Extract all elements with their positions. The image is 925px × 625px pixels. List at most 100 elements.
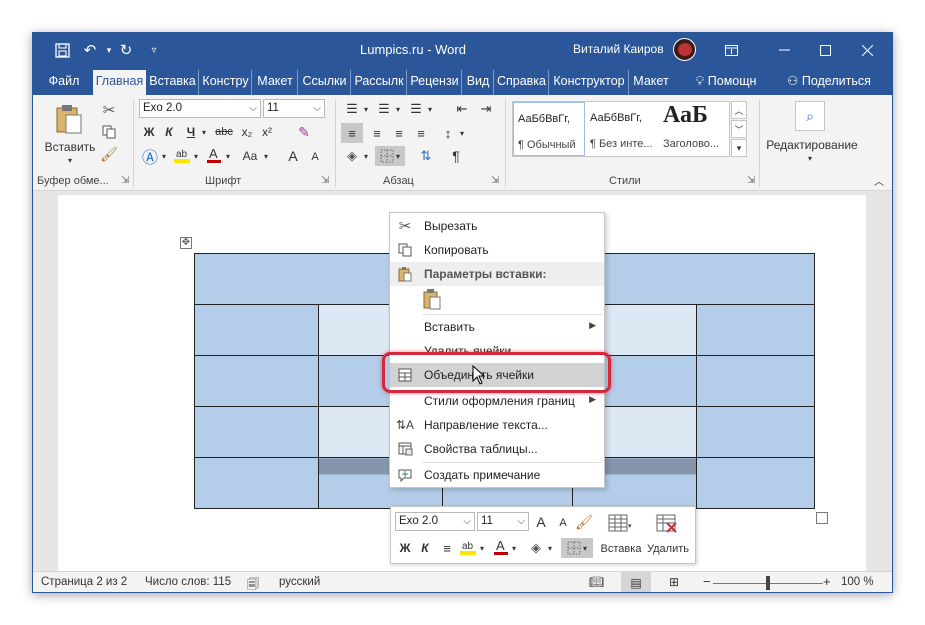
- tab-view[interactable]: Вид: [463, 70, 494, 95]
- subscript-button[interactable]: x₂: [239, 123, 255, 141]
- highlight-color-icon[interactable]: ab: [173, 145, 191, 165]
- print-layout-icon[interactable]: ▤: [621, 572, 651, 592]
- text-effects-icon[interactable]: Ⓐ: [141, 147, 159, 167]
- mini-borders-button[interactable]: ▾: [561, 538, 593, 558]
- menu-item-text-direction[interactable]: ⇅A Направление текста...: [390, 413, 604, 437]
- tab-home[interactable]: Главная: [93, 70, 146, 95]
- avatar[interactable]: [673, 38, 696, 61]
- bold-button[interactable]: Ж: [141, 123, 157, 141]
- style-heading[interactable]: АаБ Заголово...: [659, 102, 731, 156]
- proofing-icon[interactable]: 🗐︎: [247, 575, 259, 592]
- mini-shrink-font-icon[interactable]: A: [555, 515, 571, 531]
- italic-button[interactable]: К: [161, 123, 177, 141]
- word-count[interactable]: Число слов: 115: [145, 576, 231, 588]
- line-spacing-icon[interactable]: ↕: [439, 123, 457, 143]
- tab-mailings[interactable]: Рассылк: [352, 70, 407, 95]
- minimize-button[interactable]: [768, 37, 800, 63]
- tab-layout[interactable]: Макет: [253, 70, 298, 95]
- sort-icon[interactable]: ⇅: [417, 147, 435, 165]
- styles-launcher-icon[interactable]: ⇲: [747, 175, 755, 186]
- mini-font-size-combo[interactable]: 11 ⌵: [477, 512, 529, 531]
- table-cell[interactable]: [696, 457, 815, 509]
- menu-item-cut[interactable]: ✂ Вырезать: [390, 214, 604, 238]
- multilevel-list-icon[interactable]: ☰: [407, 101, 425, 117]
- mini-delete-label[interactable]: Удалить: [645, 541, 691, 557]
- tell-me-button[interactable]: 💡︎ Помощн: [685, 70, 767, 95]
- font-launcher-icon[interactable]: ⇲: [321, 175, 329, 186]
- page-count[interactable]: Страница 2 из 2: [41, 576, 127, 588]
- mini-italic-button[interactable]: К: [417, 539, 433, 557]
- mini-grow-font-icon[interactable]: A: [533, 513, 549, 531]
- copy-icon[interactable]: [99, 123, 119, 141]
- increase-indent-icon[interactable]: ⇥: [477, 101, 495, 117]
- underline-dropdown-icon[interactable]: ▾: [199, 123, 209, 141]
- justify-icon[interactable]: ≡: [411, 123, 431, 143]
- tab-design[interactable]: Констру: [200, 70, 252, 95]
- mini-insert-label[interactable]: Вставка: [599, 541, 643, 557]
- close-button[interactable]: [851, 37, 883, 63]
- change-case-dropdown-icon[interactable]: ▾: [261, 147, 271, 165]
- table-cell[interactable]: [194, 304, 319, 356]
- mini-bold-button[interactable]: Ж: [397, 539, 413, 557]
- paste-dropdown-icon[interactable]: ▾: [63, 155, 77, 165]
- menu-item-insert[interactable]: Вставить ▶: [390, 315, 604, 339]
- table-resize-handle[interactable]: [816, 512, 828, 524]
- collapse-ribbon-icon[interactable]: ︿: [871, 173, 887, 188]
- borders-button[interactable]: ▾: [375, 146, 405, 166]
- mini-font-color-icon[interactable]: A: [493, 537, 509, 557]
- search-icon[interactable]: ⌕: [795, 101, 825, 131]
- mini-font-color-dropdown-icon[interactable]: ▾: [509, 539, 519, 557]
- tab-insert[interactable]: Вставка: [147, 70, 199, 95]
- mini-insert-table-icon[interactable]: ▾: [605, 511, 635, 537]
- maximize-button[interactable]: [809, 37, 841, 63]
- font-name-combo[interactable]: Exo 2.0 ⌵: [139, 99, 261, 118]
- table-cell[interactable]: [194, 355, 319, 407]
- editing-dropdown-icon[interactable]: ▾: [803, 153, 817, 163]
- format-painter-icon[interactable]: 🖌︎: [99, 145, 119, 163]
- paragraph-launcher-icon[interactable]: ⇲: [491, 175, 499, 186]
- tab-table-design[interactable]: Конструктор: [550, 70, 629, 95]
- mini-shading-dropdown-icon[interactable]: ▾: [545, 539, 555, 557]
- table-cell[interactable]: [696, 304, 815, 356]
- web-layout-icon[interactable]: ⊞: [669, 575, 679, 589]
- mini-highlight-icon[interactable]: ab: [459, 537, 477, 557]
- table-cell[interactable]: [696, 406, 815, 458]
- paste-icon[interactable]: [51, 101, 87, 137]
- strikethrough-button[interactable]: abc: [213, 123, 235, 141]
- editing-button[interactable]: Редактирование: [765, 137, 859, 153]
- numbering-dropdown-icon[interactable]: ▾: [393, 101, 403, 117]
- change-case-button[interactable]: Aa: [239, 147, 261, 165]
- zoom-out-button[interactable]: −: [703, 574, 711, 589]
- style-no-spacing[interactable]: АаБбВвГг, ¶ Без инте...: [586, 102, 658, 156]
- table-move-handle-icon[interactable]: ✥: [180, 237, 192, 249]
- multilevel-dropdown-icon[interactable]: ▾: [425, 101, 435, 117]
- styles-more-icon[interactable]: ▾: [731, 139, 747, 157]
- ribbon-display-options-icon[interactable]: [715, 37, 747, 63]
- style-normal[interactable]: АаБбВвГг, ¶ Обычный: [513, 102, 585, 156]
- tab-table-layout[interactable]: Макет: [630, 70, 672, 95]
- superscript-button[interactable]: x²: [259, 123, 275, 141]
- tab-review[interactable]: Рецензи: [408, 70, 462, 95]
- table-cell[interactable]: [194, 457, 319, 509]
- tab-references[interactable]: Ссылки: [299, 70, 351, 95]
- clear-formatting-icon[interactable]: ✎: [295, 123, 313, 141]
- show-formatting-marks-button[interactable]: ¶: [447, 147, 465, 165]
- table-cell[interactable]: [696, 355, 815, 407]
- bullets-dropdown-icon[interactable]: ▾: [361, 101, 371, 117]
- align-center-icon[interactable]: ≡: [367, 123, 387, 143]
- highlight-dropdown-icon[interactable]: ▾: [191, 147, 201, 165]
- cut-icon[interactable]: ✂: [99, 101, 119, 119]
- font-size-combo[interactable]: 11 ⌵: [263, 99, 325, 118]
- line-spacing-dropdown-icon[interactable]: ▾: [457, 123, 467, 143]
- zoom-level[interactable]: 100 %: [841, 576, 874, 588]
- mini-delete-table-icon[interactable]: [653, 511, 683, 537]
- text-effects-dropdown-icon[interactable]: ▾: [159, 147, 169, 165]
- user-name[interactable]: Виталий Каиров: [573, 42, 664, 56]
- tab-help[interactable]: Справка: [495, 70, 549, 95]
- paste-button[interactable]: Вставить: [43, 139, 97, 155]
- clipboard-launcher-icon[interactable]: ⇲: [121, 175, 129, 186]
- menu-item-new-comment[interactable]: Создать примечание: [390, 463, 604, 487]
- bullets-icon[interactable]: ☰: [343, 101, 361, 117]
- menu-item-table-properties[interactable]: Свойства таблицы...: [390, 437, 604, 461]
- align-right-icon[interactable]: ≡: [389, 123, 409, 143]
